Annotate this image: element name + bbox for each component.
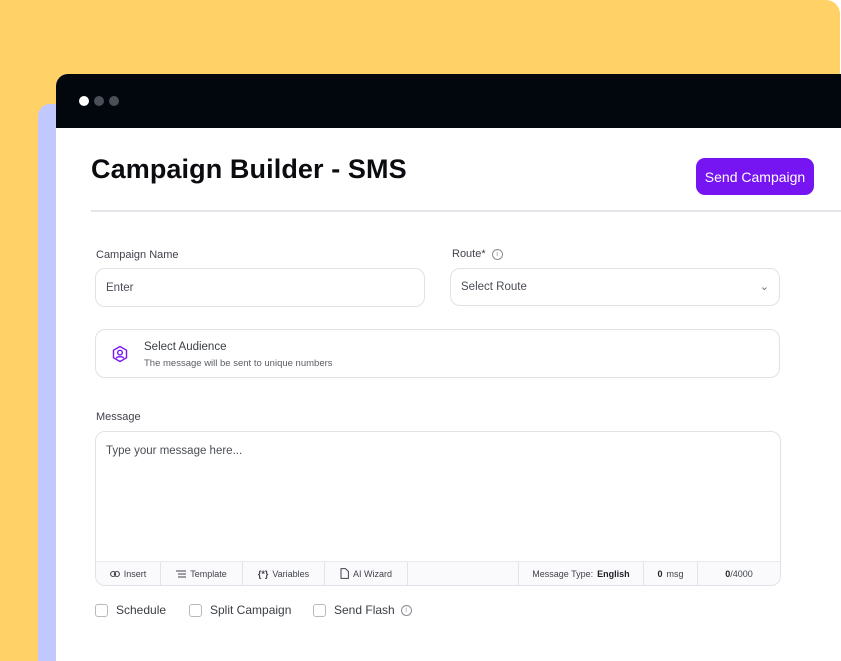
chevron-down-icon: ⌄: [759, 281, 769, 293]
link-icon: [109, 570, 120, 577]
window-dot-icon[interactable]: [94, 96, 104, 106]
template-label: Template: [190, 568, 227, 579]
message-textarea[interactable]: Type your message here... Insert Templat…: [95, 431, 781, 586]
info-icon[interactable]: i: [491, 249, 503, 260]
send-campaign-button[interactable]: Send Campaign: [696, 158, 814, 195]
character-limit: /4000: [730, 568, 753, 579]
character-count: 0 /4000: [698, 562, 780, 585]
insert-label: Insert: [123, 568, 147, 579]
campaign-name-placeholder: Enter: [106, 281, 134, 294]
braces-icon: {*}: [257, 568, 269, 579]
message-count-value: 0: [657, 568, 663, 579]
ai-wizard-button[interactable]: AI Wizard: [325, 562, 408, 585]
audience-subtitle: The message will be sent to unique numbe…: [144, 358, 333, 369]
schedule-option[interactable]: Schedule: [95, 603, 166, 617]
route-select[interactable]: Select Route ⌄: [450, 268, 780, 306]
route-label-text: Route*: [452, 248, 486, 260]
split-campaign-label: Split Campaign: [210, 603, 292, 617]
message-count: 0 msg: [644, 562, 698, 585]
audience-title: Select Audience: [144, 341, 227, 353]
insert-button[interactable]: Insert: [96, 562, 161, 585]
message-toolbar: Insert Template {*} Variables AI Wizard …: [96, 561, 780, 585]
route-placeholder: Select Route: [461, 281, 527, 293]
window-dot-icon[interactable]: [79, 96, 89, 106]
campaign-name-label: Campaign Name: [96, 249, 179, 261]
message-label: Message: [96, 411, 141, 423]
split-campaign-checkbox[interactable]: [189, 603, 202, 617]
send-flash-label: Send Flash: [334, 603, 395, 617]
send-flash-checkbox[interactable]: [313, 603, 326, 617]
select-audience-card[interactable]: Select Audience The message will be sent…: [95, 329, 780, 378]
ai-wizard-label: AI Wizard: [352, 568, 392, 579]
page-title: Campaign Builder - SMS: [91, 154, 407, 184]
message-type-indicator: Message Type: English: [519, 562, 644, 585]
split-campaign-option[interactable]: Split Campaign: [189, 603, 291, 617]
info-icon[interactable]: i: [400, 604, 412, 616]
header-divider: [91, 210, 841, 212]
schedule-label: Schedule: [116, 603, 167, 617]
template-lines-icon: [176, 569, 187, 578]
variables-label: Variables: [272, 568, 310, 579]
window-dot-icon[interactable]: [109, 96, 119, 106]
campaign-name-input[interactable]: Enter: [95, 268, 425, 307]
send-flash-option[interactable]: Send Flash i: [313, 603, 412, 617]
template-button[interactable]: Template: [161, 562, 243, 585]
message-type-label: Message Type:: [532, 568, 594, 579]
window-titlebar: [56, 74, 841, 128]
user-circle-icon: [112, 345, 128, 363]
message-placeholder: Type your message here...: [106, 445, 243, 457]
document-icon: [340, 568, 349, 579]
route-label: Route* i: [452, 248, 503, 260]
message-type-value: English: [597, 568, 630, 579]
variables-button[interactable]: {*} Variables: [243, 562, 325, 585]
toolbar-spacer: [408, 562, 519, 585]
schedule-checkbox[interactable]: [95, 603, 108, 617]
app-window: Campaign Builder - SMS Send Campaign Cam…: [56, 74, 841, 661]
message-count-unit: msg: [666, 568, 684, 579]
